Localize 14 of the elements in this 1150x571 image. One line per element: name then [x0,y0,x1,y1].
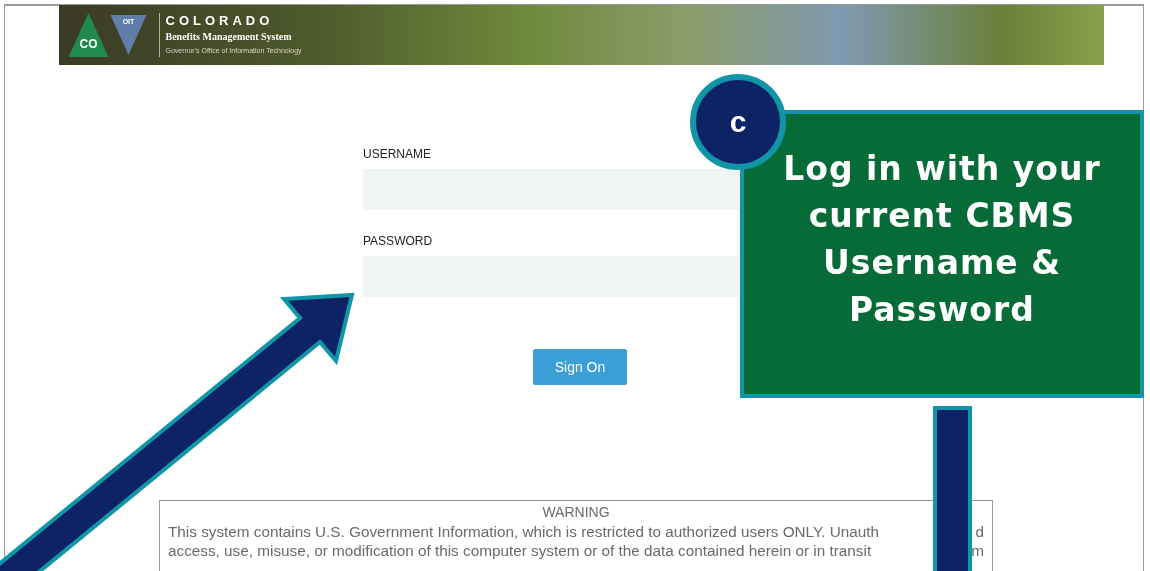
warning-text: This system contains U.S. Government Information, which is restricted to authorized users ONLY. Unauth [168,522,880,541]
step-badge: c [690,74,786,170]
password-field[interactable] [363,256,739,297]
banner-title: COLORADO [165,13,275,29]
sign-on-button[interactable]: Sign On [533,349,627,385]
warning-text: access, use, misuse, or modification of this computer system or of the data contained herein or in transit [168,541,872,560]
username-label: USERNAME [363,146,432,163]
warning-text: d [974,522,984,541]
password-label: PASSWORD [363,233,434,250]
warning-text: m [970,541,984,560]
co-logo-icon: CO [68,13,109,57]
username-field[interactable] [363,169,739,210]
warning-heading: WARNING [542,503,610,522]
banner-subtitle: Benefits Management System [165,30,293,44]
